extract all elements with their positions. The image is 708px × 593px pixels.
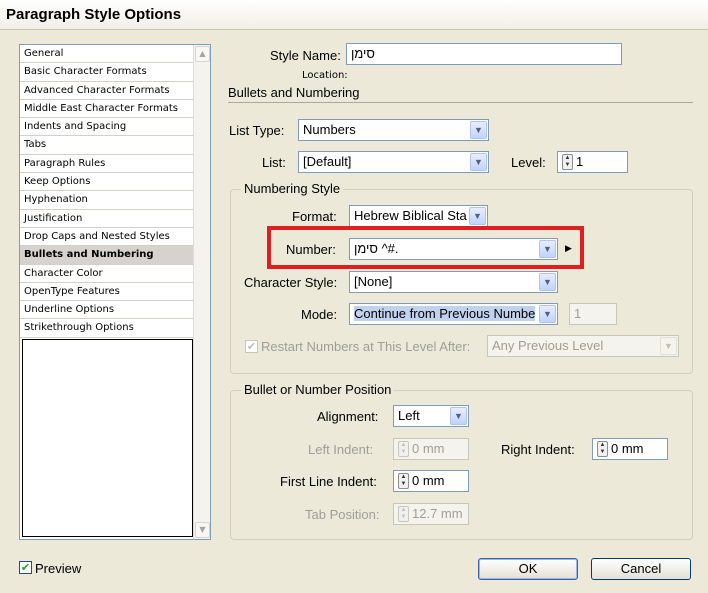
category-items: General Basic Character Formats Advanced C… <box>20 45 193 338</box>
numbering-style-title: Numbering Style <box>241 181 344 196</box>
category-item[interactable]: Middle East Character Formats <box>20 100 193 119</box>
level-value: 1 <box>576 154 584 169</box>
category-item[interactable]: Justification <box>20 210 193 228</box>
category-item[interactable]: OpenType Features <box>20 283 193 302</box>
chevron-down-icon[interactable]: ▼ <box>539 305 556 323</box>
restart-value: Any Previous Level <box>492 338 604 353</box>
style-name-label: Style Name: <box>270 48 341 63</box>
spinner-icon[interactable]: ▲ ▼ <box>597 441 608 457</box>
list-type-value: Numbers <box>303 122 356 137</box>
window-title: Paragraph Style Options <box>6 6 182 23</box>
number-input[interactable]: סימן ^#. ▼ <box>349 238 558 260</box>
list-label: List: <box>262 155 286 170</box>
tab-position-input[interactable]: ▲ ▼ 12.7 mm <box>393 503 469 525</box>
category-item[interactable]: Drop Caps and Nested Styles <box>20 228 193 247</box>
title-bar: Paragraph Style Options <box>0 0 708 30</box>
location-label: Location: <box>302 70 348 81</box>
format-select[interactable]: Hebrew Biblical Sta ▼ <box>349 205 488 227</box>
character-style-value: [None] <box>354 274 393 289</box>
mode-value: Continue from Previous Numbe <box>354 306 536 321</box>
category-item[interactable]: Paragraph Rules <box>20 155 193 174</box>
mode-start-input[interactable]: 1 <box>569 303 617 325</box>
category-item[interactable]: Indents and Spacing <box>20 118 193 137</box>
spinner-icon[interactable]: ▲ ▼ <box>398 441 409 457</box>
character-style-label: Character Style: <box>244 275 338 290</box>
style-name-input[interactable]: סימן <box>346 43 622 65</box>
chevron-down-icon[interactable]: ▼ <box>660 337 677 355</box>
flyout-arrow-icon[interactable]: ▶ <box>565 244 572 254</box>
list-select[interactable]: [Default] ▼ <box>298 151 489 173</box>
preview-checkbox[interactable]: ✔ <box>19 561 32 574</box>
list-type-label: List Type: <box>229 123 285 138</box>
mode-label: Mode: <box>301 307 338 322</box>
alignment-label: Alignment: <box>317 409 379 424</box>
category-item[interactable]: Keep Options <box>20 173 193 192</box>
spinner-icon[interactable]: ▲ ▼ <box>398 506 409 522</box>
right-indent-input[interactable]: ▲ ▼ 0 mm <box>592 438 668 460</box>
first-line-indent-value: 0 mm <box>412 473 445 488</box>
checkmark-icon: ✔ <box>246 340 257 353</box>
chevron-down-icon[interactable]: ▼ <box>539 273 556 291</box>
chevron-down-icon[interactable]: ▼ <box>539 240 556 258</box>
first-line-indent-input[interactable]: ▲ ▼ 0 mm <box>393 470 469 492</box>
position-title: Bullet or Number Position <box>241 382 395 397</box>
number-label: Number: <box>286 242 336 257</box>
category-item[interactable]: Tabs <box>20 136 193 155</box>
restart-checkbox[interactable]: ✔ <box>245 340 258 353</box>
left-indent-input[interactable]: ▲ ▼ 0 mm <box>393 438 469 460</box>
category-item[interactable]: Basic Character Formats <box>20 63 193 82</box>
category-item[interactable]: Hyphenation <box>20 191 193 210</box>
right-indent-value: 0 mm <box>611 441 644 456</box>
spinner-icon[interactable]: ▲ ▼ <box>398 473 409 489</box>
scroll-up-icon[interactable]: ▲ <box>195 46 210 62</box>
list-type-select[interactable]: Numbers ▼ <box>298 119 489 141</box>
tab-position-label: Tab Position: <box>305 507 380 522</box>
section-title: Bullets and Numbering <box>228 85 360 100</box>
spinner-icon[interactable]: ▲ ▼ <box>562 154 573 170</box>
category-item[interactable]: Character Color <box>20 265 193 283</box>
category-list[interactable]: General Basic Character Formats Advanced C… <box>19 44 211 540</box>
level-label: Level: <box>511 155 546 170</box>
cancel-button[interactable]: Cancel <box>591 558 691 580</box>
category-item[interactable]: Underline Options <box>20 301 193 320</box>
category-item[interactable]: General <box>20 45 193 64</box>
ok-button[interactable]: OK <box>478 558 578 580</box>
mode-select[interactable]: Continue from Previous Numbe ▼ <box>349 303 558 325</box>
category-item[interactable]: Bullets and Numbering <box>20 246 193 265</box>
left-indent-value: 0 mm <box>412 441 445 456</box>
scroll-down-icon[interactable]: ▼ <box>195 522 210 538</box>
left-indent-label: Left Indent: <box>308 442 374 457</box>
preview-label: Preview <box>35 561 82 576</box>
category-scrollbar[interactable]: ▲ ▼ <box>193 45 210 539</box>
format-value: Hebrew Biblical Sta <box>354 208 467 223</box>
list-value: [Default] <box>303 154 352 169</box>
restart-label: Restart Numbers at This Level After: <box>261 339 471 354</box>
right-indent-label: Right Indent: <box>501 442 575 457</box>
category-list-empty-area <box>22 339 193 537</box>
number-value: סימן ^#. <box>354 241 399 256</box>
chevron-down-icon[interactable]: ▼ <box>450 407 467 425</box>
category-item[interactable]: Strikethrough Options <box>20 319 193 338</box>
chevron-down-icon[interactable]: ▼ <box>470 121 487 139</box>
level-input[interactable]: ▲ ▼ 1 <box>557 151 628 173</box>
format-label: Format: <box>292 209 337 224</box>
chevron-down-icon[interactable]: ▼ <box>469 207 486 225</box>
alignment-select[interactable]: Left ▼ <box>393 405 469 427</box>
checkmark-icon: ✔ <box>20 561 31 574</box>
character-style-select[interactable]: [None] ▼ <box>349 271 558 293</box>
tab-position-value: 12.7 mm <box>412 506 463 521</box>
category-item[interactable]: Advanced Character Formats <box>20 82 193 100</box>
alignment-value: Left <box>398 408 420 423</box>
section-divider <box>228 102 693 103</box>
first-line-indent-label: First Line Indent: <box>280 474 377 489</box>
restart-select[interactable]: Any Previous Level ▼ <box>487 335 679 357</box>
chevron-down-icon[interactable]: ▼ <box>470 153 487 171</box>
